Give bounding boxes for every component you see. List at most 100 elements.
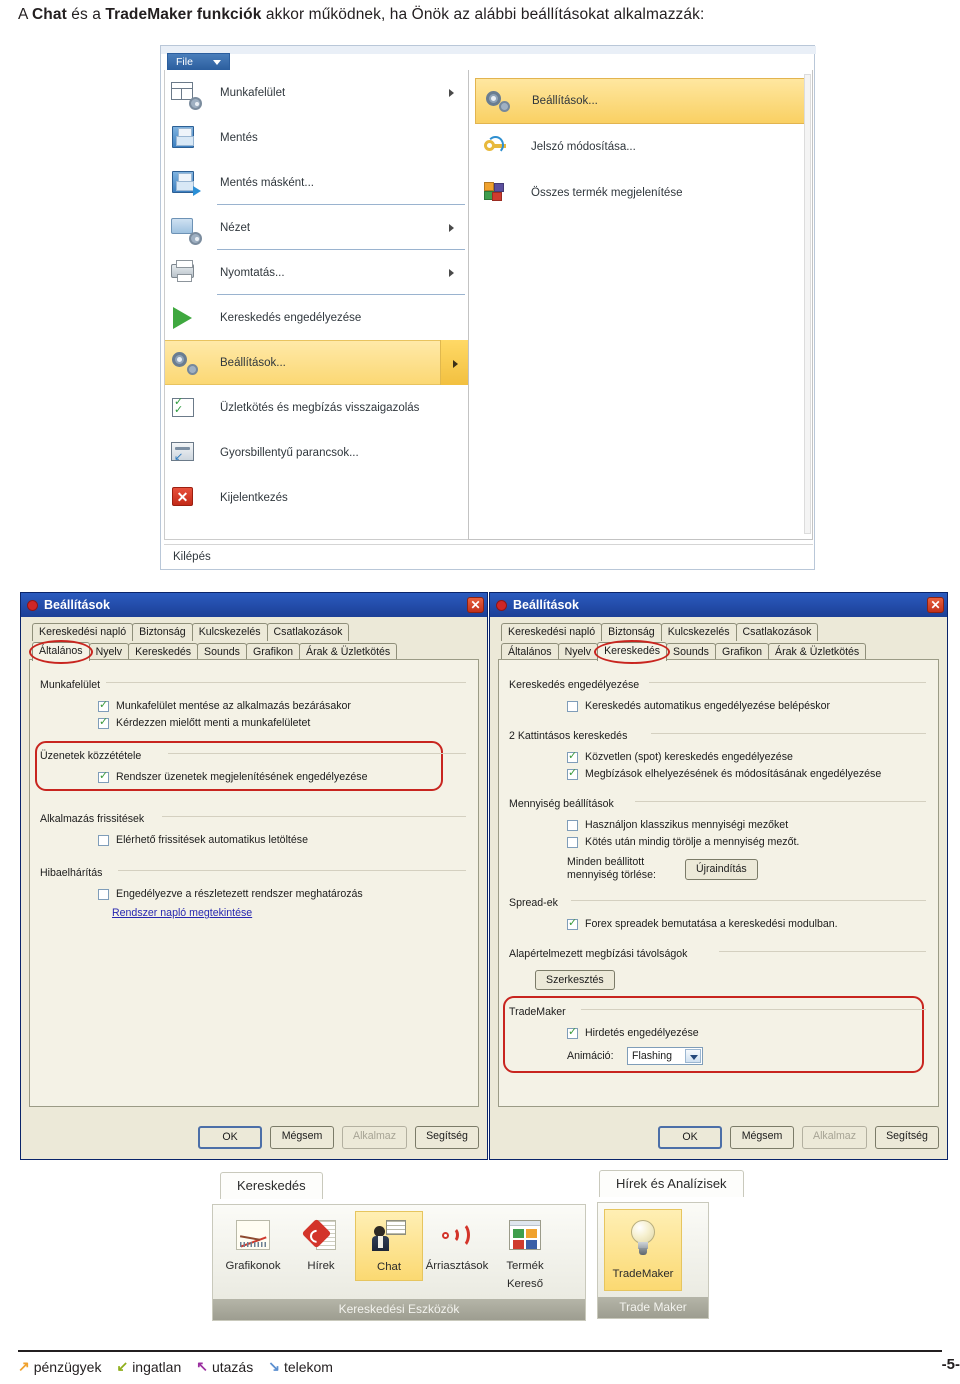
menu-item-uzletkotes-visszaigazolas[interactable]: Üzletkötés és megbízás visszaigazolás xyxy=(165,385,468,430)
tab-kereskedesi-naplo[interactable]: Kereskedési napló xyxy=(32,623,134,641)
checkbox-row[interactable]: Munkafelület mentése az alkalmazás bezár… xyxy=(98,698,468,712)
menu-scrollbar[interactable] xyxy=(804,74,811,534)
tab-csatlakozasok[interactable]: Csatlakozások xyxy=(735,623,819,641)
menu-item-nyomtatas[interactable]: Nyomtatás... xyxy=(165,250,468,295)
checkbox-row[interactable]: Megbízások elhelyezésének és módosításán… xyxy=(567,766,928,780)
edit-button[interactable]: Szerkesztés xyxy=(535,970,615,990)
tab-kereskedesi-naplo[interactable]: Kereskedési napló xyxy=(501,623,603,641)
checkbox-ask-before-save[interactable] xyxy=(98,715,109,729)
group-label: Hibaelhárítás xyxy=(40,867,109,879)
keyboard-icon xyxy=(170,440,198,466)
view-icon xyxy=(170,215,202,245)
dialog-titlebar: Beállítások ✕ xyxy=(21,593,487,617)
close-icon[interactable]: ✕ xyxy=(467,597,484,613)
checkbox-row[interactable]: Kérdezzen mielőtt menti a munkafelületet xyxy=(98,715,468,729)
tab-row-1: Kereskedési napló Biztonság Kulcskezelés… xyxy=(501,623,940,641)
checkbox-enable-spot-trading[interactable] xyxy=(567,749,578,763)
checkbox-enable-order-placement[interactable] xyxy=(567,766,578,780)
checkbox-row[interactable]: Rendszer üzenetek megjelenítésének enged… xyxy=(98,769,468,783)
ribbon-group-label: Trade Maker xyxy=(598,1297,708,1318)
ribbon-item-arriasztasok[interactable]: Árriasztások xyxy=(423,1211,491,1279)
checkbox-auto-enable-trading-on-login[interactable] xyxy=(567,700,578,712)
tab-kereskedes[interactable]: Kereskedés xyxy=(594,640,670,664)
group-label: Üzenetek közzététele xyxy=(40,750,148,762)
ribbon-item-label: Árriasztások xyxy=(425,1260,489,1272)
menu-item-munkafelulet[interactable]: Munkafelület xyxy=(165,70,468,115)
tab-kulcskezeles[interactable]: Kulcskezelés xyxy=(191,623,268,641)
tab-biztonsag[interactable]: Biztonság xyxy=(132,623,193,641)
help-button[interactable]: Segítség xyxy=(875,1126,939,1149)
checkbox-row[interactable]: Kötés után mindig törölje a mennyiség me… xyxy=(567,836,928,848)
link-view-system-log[interactable]: Rendszer napló megtekintése xyxy=(112,907,252,919)
rss-news-icon xyxy=(289,1214,353,1256)
ribbon-item-grafikonok[interactable]: Grafikonok xyxy=(219,1211,287,1279)
menu-item-beallitasok[interactable]: Beállítások... xyxy=(165,340,468,385)
menu-item-kereskedes-engedelyezese[interactable]: Kereskedés engedélyezése xyxy=(165,295,468,340)
checkbox-row[interactable]: Hirdetés engedélyezése xyxy=(567,1025,928,1039)
tab-biztonsag[interactable]: Biztonság xyxy=(601,623,662,641)
ribbon-tab-hirek-es-analizisek[interactable]: Hírek és Analízisek xyxy=(599,1170,744,1197)
footer-link-ingatlan[interactable]: ingatlan xyxy=(132,1359,181,1375)
file-menu-tab[interactable]: File xyxy=(167,53,230,70)
play-icon xyxy=(170,305,198,331)
menu-item-mentes-maskent[interactable]: Mentés másként... xyxy=(165,160,468,205)
checkbox-label: Közvetlen (spot) kereskedés engedélyezés… xyxy=(585,751,793,763)
checkbox-label: Elérhető frissitések automatikus letölté… xyxy=(116,834,308,846)
submenu-item-osszes-termek[interactable]: Összes termék megjelenítése xyxy=(475,170,808,216)
submenu-item-beallitasok[interactable]: Beállítások... xyxy=(475,78,808,124)
checkbox-allow-system-messages[interactable] xyxy=(98,769,109,783)
ribbon-item-trademaker[interactable]: TradeMaker xyxy=(604,1209,682,1291)
menu-item-gyorsbillentyu[interactable]: Gyorsbillentyű parancsok... xyxy=(165,430,468,475)
cancel-button[interactable]: Mégsem xyxy=(730,1126,795,1149)
checkbox-save-workspace-on-exit[interactable] xyxy=(98,698,109,712)
checkbox-auto-download-updates[interactable] xyxy=(98,834,109,846)
chevron-down-icon[interactable] xyxy=(685,1049,701,1063)
checkbox-row[interactable]: Használjon klasszikus mennyiségi mezőket xyxy=(567,819,928,831)
checkbox-clear-quantity-after-trade[interactable] xyxy=(567,836,578,848)
dialog-button-bar: OK Mégsem Alkalmaz Segítség xyxy=(21,1126,479,1149)
ok-button[interactable]: OK xyxy=(198,1126,263,1149)
submenu-item-jelszo-modositasa[interactable]: Jelszó módosítása... xyxy=(475,124,808,170)
checkbox-verbose-system-logging[interactable] xyxy=(98,888,109,900)
ribbon-item-chat[interactable]: Chat xyxy=(355,1211,423,1281)
help-button[interactable]: Segítség xyxy=(415,1126,479,1149)
ribbon-tab-kereskedes[interactable]: Kereskedés xyxy=(220,1172,323,1199)
menu-item-kijelentkezes[interactable]: ✕ Kijelentkezés xyxy=(165,475,468,520)
animation-select[interactable]: Flashing xyxy=(627,1047,703,1065)
menu-item-kilepes[interactable]: Kilépés xyxy=(164,544,813,569)
checkbox-classic-quantity-fields[interactable] xyxy=(567,819,578,831)
group-label: Alkalmazás frissitések xyxy=(40,813,151,825)
apply-button: Alkalmaz xyxy=(342,1126,407,1149)
tab-kulcskezeles[interactable]: Kulcskezelés xyxy=(660,623,737,641)
animation-label: Animáció: xyxy=(567,1049,614,1062)
cancel-button[interactable]: Mégsem xyxy=(270,1126,335,1149)
animation-row: Animáció: Flashing xyxy=(567,1047,928,1065)
checkbox-label: Munkafelület mentése az alkalmazás bezár… xyxy=(116,700,351,712)
checkbox-row[interactable]: Forex spreadek bemutatása a kereskedési … xyxy=(567,916,928,930)
checkbox-enable-advertising[interactable] xyxy=(567,1025,578,1039)
ok-button[interactable]: OK xyxy=(658,1126,723,1149)
footer-link-utazas[interactable]: utazás xyxy=(212,1359,253,1375)
ribbon-item-termek-kereso[interactable]: Termék Kereső xyxy=(491,1211,559,1297)
reset-button[interactable]: Újraindítás xyxy=(685,858,758,880)
checkbox-row[interactable]: Engedélyezve a részletezett rendszer meg… xyxy=(98,888,468,900)
checkbox-show-forex-spreads[interactable] xyxy=(567,916,578,930)
checkbox-row[interactable]: Kereskedés automatikus engedélyezése bel… xyxy=(567,700,928,712)
menu-item-label: Kilépés xyxy=(173,551,211,563)
menu-item-mentes[interactable]: Mentés xyxy=(165,115,468,160)
dialog-title-text: Beállítások xyxy=(513,598,580,612)
menu-item-nezet[interactable]: Nézet xyxy=(165,205,468,250)
tab-csatlakozasok[interactable]: Csatlakozások xyxy=(266,623,350,641)
intro-part-2: és a xyxy=(66,6,106,23)
checkbox-row[interactable]: Elérhető frissitések automatikus letölté… xyxy=(98,834,468,846)
ribbon-item-hirek[interactable]: Hírek xyxy=(287,1211,355,1279)
close-icon[interactable]: ✕ xyxy=(927,597,944,613)
checkbox-row[interactable]: Közvetlen (spot) kereskedés engedélyezés… xyxy=(567,749,928,763)
ribbon-group-label-text: Kereskedési Eszközök xyxy=(338,1302,460,1316)
footer-link-telekom[interactable]: telekom xyxy=(284,1359,333,1375)
tab-altalanos[interactable]: Általános xyxy=(29,640,93,664)
animation-selected-value: Flashing xyxy=(632,1050,673,1062)
footer-link-penzugyek[interactable]: pénzügyek xyxy=(34,1359,102,1375)
ribbon-item-list: TradeMaker xyxy=(598,1203,708,1297)
group-trademaker: TradeMaker Hirdetés engedélyezése Animác… xyxy=(503,996,928,1073)
